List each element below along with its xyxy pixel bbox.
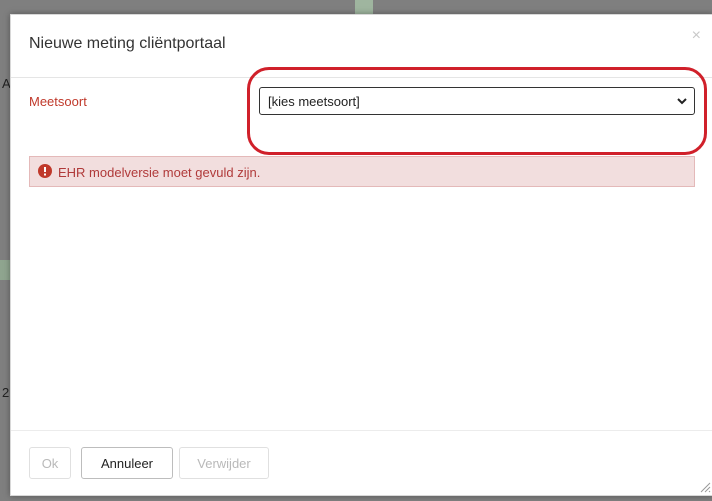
exclamation-circle-icon [38, 164, 52, 178]
alert-message: EHR modelversie moet gevuld zijn. [58, 165, 261, 180]
meetsoort-select[interactable]: [kies meetsoort] [259, 87, 695, 115]
background-strip-left [0, 260, 10, 280]
delete-button[interactable]: Verwijder [179, 447, 269, 479]
background-text: 2 [2, 385, 10, 400]
chevron-down-icon [677, 98, 687, 105]
dialog-footer: Ok Annuleer Verwijder [11, 430, 712, 495]
dialog-title: Nieuwe meting cliëntportaal [29, 35, 226, 52]
background-strip [355, 0, 373, 14]
ok-button[interactable]: Ok [29, 447, 71, 479]
close-icon[interactable]: × [692, 27, 701, 45]
dialog-header: Nieuwe meting cliëntportaal × [11, 15, 712, 78]
meetsoort-label: Meetsoort [29, 94, 87, 109]
select-value: [kies meetsoort] [268, 94, 360, 109]
new-measurement-dialog: Nieuwe meting cliëntportaal × Meetsoort … [10, 14, 712, 496]
resize-grip-icon[interactable] [697, 479, 711, 493]
validation-alert: EHR modelversie moet gevuld zijn. [29, 156, 695, 187]
cancel-button[interactable]: Annuleer [81, 447, 173, 479]
